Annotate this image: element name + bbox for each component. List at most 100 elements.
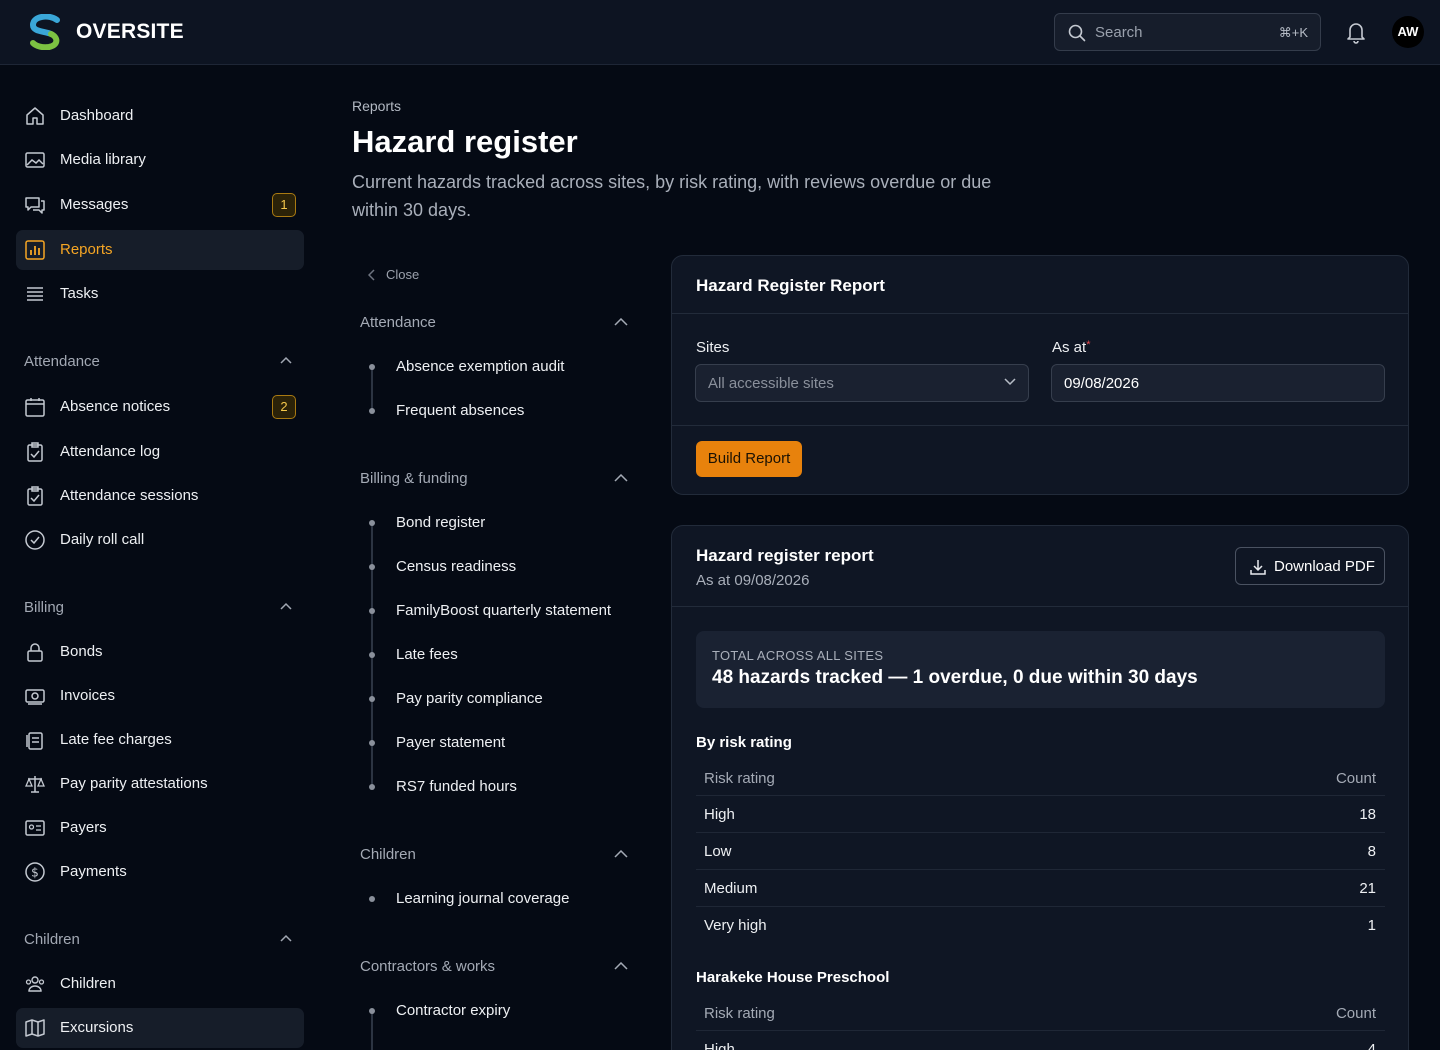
bullet-dot [369, 608, 375, 614]
close-report-menu-button[interactable]: Close [368, 267, 419, 282]
sidebar-item-reports[interactable]: Reports [16, 230, 304, 270]
row-divider [696, 795, 1385, 796]
chevron-up-icon[interactable] [614, 318, 628, 326]
as-at-label-text: As at [1052, 339, 1087, 356]
report-group-billing-funding[interactable]: Billing & funding [360, 470, 468, 487]
page-title: Hazard register [352, 124, 578, 159]
report-link[interactable]: Pay parity compliance [396, 690, 543, 707]
sidebar-item-payments[interactable]: $ Payments [16, 852, 304, 892]
sidebar-item-attendance-sessions[interactable]: Attendance sessions [16, 476, 304, 516]
user-avatar[interactable]: AW [1392, 16, 1424, 48]
chevron-up-icon[interactable] [280, 934, 292, 942]
sidebar-item-media-library[interactable]: Media library [16, 140, 304, 180]
banknote-icon [25, 689, 45, 705]
report-title: Hazard register report [696, 546, 874, 565]
bullet-dot [369, 896, 375, 902]
sidebar-item-label: Absence notices [60, 398, 171, 415]
required-marker: * [1086, 339, 1091, 351]
sidebar-item-absence-notices[interactable]: Absence notices 2 [16, 387, 304, 427]
bell-icon[interactable] [1345, 20, 1367, 44]
report-link[interactable]: Payer statement [396, 734, 505, 751]
report-link[interactable]: Absence exemption audit [396, 358, 564, 375]
report-group-contractors-works[interactable]: Contractors & works [360, 958, 495, 975]
oversite-logo-icon[interactable] [27, 14, 65, 50]
sidebar-item-payers[interactable]: Payers [16, 808, 304, 848]
sidebar-item-attendance-log[interactable]: Attendance log [16, 432, 304, 472]
svg-text:$: $ [31, 866, 39, 880]
summary-kicker: TOTAL ACROSS ALL SITES [712, 648, 884, 663]
check-circle-icon [25, 530, 45, 550]
report-link[interactable]: Frequent absences [396, 402, 524, 419]
sidebar-section-billing[interactable]: Billing [24, 599, 64, 616]
table-title: By risk rating [696, 734, 792, 751]
sidebar-item-label: Messages [60, 196, 129, 213]
report-link[interactable]: Late fees [396, 646, 458, 663]
sidebar-item-label: Media library [60, 151, 146, 168]
as-at-label: As at* [1052, 339, 1090, 356]
brand-name[interactable]: OVERSITE [76, 20, 184, 44]
sidebar-item-excursions[interactable]: Excursions [16, 1008, 304, 1048]
sidebar-item-bonds[interactable]: Bonds [16, 632, 304, 672]
timeline-line [371, 367, 373, 411]
search-input[interactable]: Search ⌘+K [1054, 13, 1321, 51]
receipt-icon [26, 732, 43, 750]
sidebar-section-attendance[interactable]: Attendance [24, 353, 100, 370]
report-link[interactable]: FamilyBoost quarterly statement [396, 602, 611, 619]
sidebar-item-label: Tasks [60, 285, 99, 302]
sidebar-item-daily-roll-call[interactable]: Daily roll call [16, 520, 304, 560]
risk-rating-cell: High [704, 806, 735, 823]
bullet-dot [369, 564, 375, 570]
report-link[interactable]: Contractor expiry [396, 1002, 510, 1019]
sidebar-item-label: Pay parity attestations [60, 775, 208, 792]
divider [672, 313, 1408, 314]
count-cell: 4 [1367, 1041, 1376, 1050]
bullet-dot [369, 740, 375, 746]
sidebar-item-tasks[interactable]: Tasks [16, 274, 304, 314]
as-at-date-value: 09/08/2026 [1064, 375, 1140, 392]
report-link[interactable]: RS7 funded hours [396, 778, 517, 795]
count-cell: 1 [1367, 917, 1376, 934]
close-label: Close [386, 267, 420, 282]
chevron-up-icon[interactable] [614, 962, 628, 970]
count-cell: 18 [1359, 806, 1376, 823]
sidebar-item-pay-parity-attestations[interactable]: Pay parity attestations [16, 764, 304, 804]
risk-rating-cell: Medium [704, 880, 758, 897]
sidebar-item-label: Dashboard [60, 107, 134, 124]
scale-icon [25, 776, 45, 793]
row-divider [696, 1030, 1385, 1031]
breadcrumb[interactable]: Reports [352, 98, 401, 114]
report-link[interactable]: Census readiness [396, 558, 516, 575]
chevron-up-icon[interactable] [614, 850, 628, 858]
report-result-card: Hazard register report As at 09/08/2026 … [671, 525, 1409, 1050]
build-report-button[interactable]: Build Report [696, 441, 802, 477]
sites-select[interactable]: All accessible sites [695, 364, 1029, 402]
report-group-children[interactable]: Children [360, 846, 416, 863]
row-divider [696, 906, 1385, 907]
image-icon [25, 152, 45, 168]
sidebar-item-late-fee-charges[interactable]: Late fee charges [16, 720, 304, 760]
sidebar-item-dashboard[interactable]: Dashboard [16, 96, 304, 136]
sidebar-item-label: Reports [60, 241, 113, 258]
map-icon [25, 1019, 45, 1037]
risk-rating-cell: Very high [704, 917, 767, 934]
sidebar-item-label: Attendance log [60, 443, 161, 460]
download-pdf-button[interactable]: Download PDF [1235, 547, 1385, 585]
users-icon [25, 976, 45, 992]
sidebar-item-children[interactable]: Children [16, 964, 304, 1004]
row-divider [696, 869, 1385, 870]
report-group-attendance[interactable]: Attendance [360, 314, 436, 331]
sidebar-section-children[interactable]: Children [24, 931, 80, 948]
chevron-up-icon[interactable] [280, 356, 292, 364]
chevron-up-icon[interactable] [280, 602, 292, 610]
sidebar: Dashboard Media library Messages 1 Repor… [0, 65, 320, 1050]
sidebar-item-invoices[interactable]: Invoices [16, 676, 304, 716]
chevron-up-icon[interactable] [614, 474, 628, 482]
report-link[interactable]: Learning journal coverage [396, 890, 569, 907]
sidebar-item-messages[interactable]: Messages 1 [16, 185, 304, 225]
column-header-count: Count [1335, 770, 1376, 787]
report-link[interactable]: Bond register [396, 514, 485, 531]
page-description: Current hazards tracked across sites, by… [352, 172, 992, 220]
timeline-line [371, 1011, 373, 1050]
as-at-date-input[interactable]: 09/08/2026 [1051, 364, 1385, 402]
unread-badge: 1 [272, 193, 296, 217]
